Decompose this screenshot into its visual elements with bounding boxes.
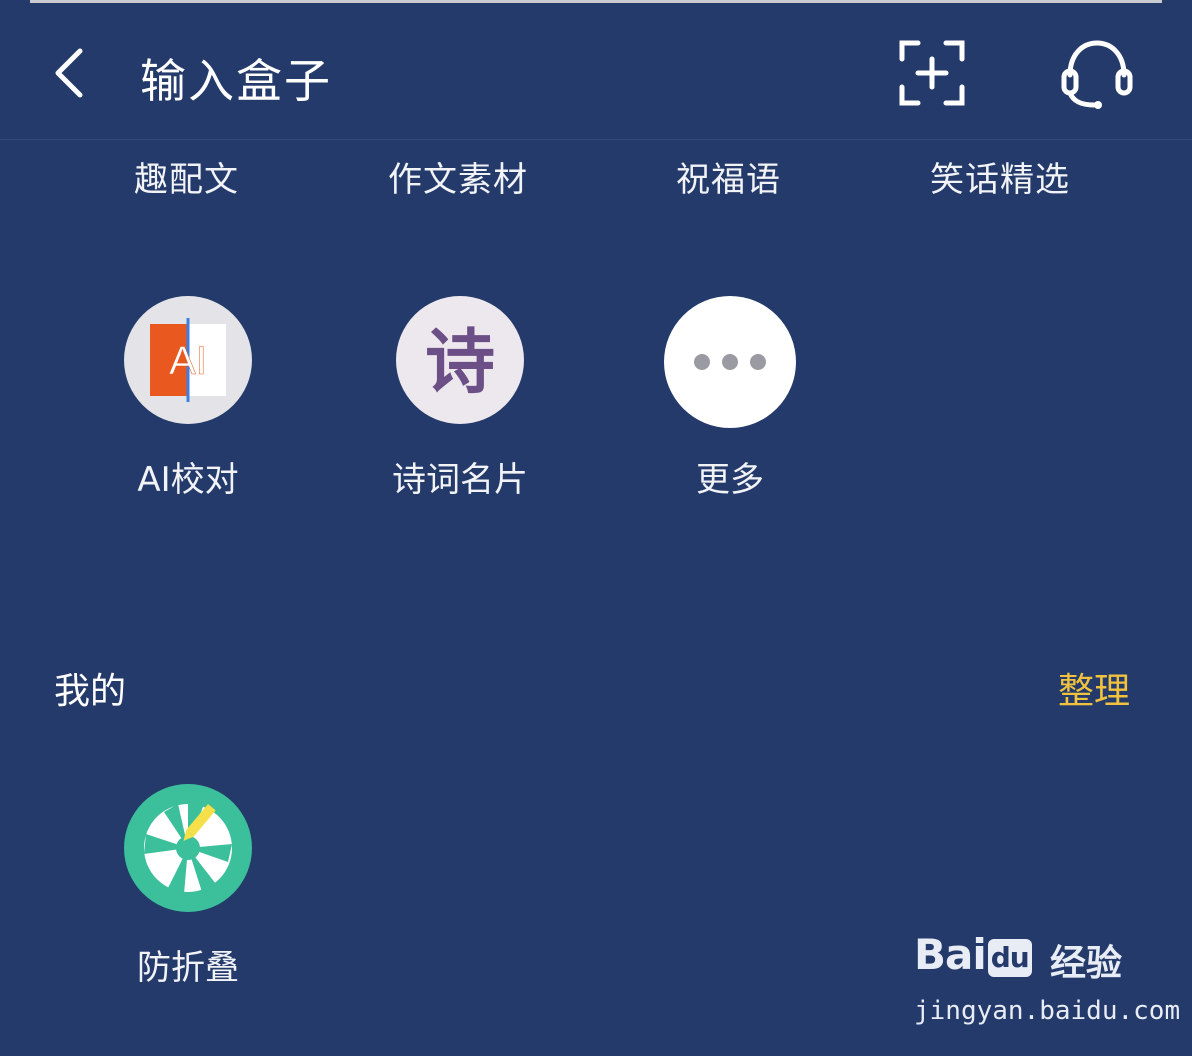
app-header: 输入盒子 [0,3,1192,140]
svg-text:AI: AI [169,339,207,383]
page-title: 输入盒子 [140,54,332,108]
headset-icon[interactable] [1060,37,1134,111]
category-tab-blessings[interactable]: 祝福语 [676,152,781,201]
poem-card-icon: 诗 [396,296,524,424]
tool-label: 诗词名片 [392,460,528,500]
watermark-brand-left: Bai [914,930,987,979]
anti-fold-icon [124,784,252,912]
category-tab-jokes[interactable]: 笑话精选 [930,152,1070,201]
paw-logo-du: du [987,938,1032,977]
category-tab-essay-material[interactable]: 作文素材 [388,152,528,201]
ai-proofread-icon: AI [124,296,252,424]
tool-poem-card[interactable]: 诗 诗词名片 [350,296,570,501]
watermark-url: jingyan.baidu.com [914,996,1181,1026]
tool-ai-proofread[interactable]: AI AI校对 [78,296,298,501]
section-title-mine: 我的 [54,671,127,712]
tool-more[interactable]: 更多 [620,296,840,501]
tool-label: 防折叠 [137,948,239,988]
organize-button[interactable]: 整理 [1058,662,1130,714]
chevron-left-icon[interactable] [48,43,88,103]
watermark-jingyan: 经验 [1050,943,1123,984]
baidu-jingyan-watermark: Bai du 经验 jingyan.baidu.com [914,924,1180,1034]
watermark-brand: Bai du [914,930,1034,979]
more-dots-icon [664,296,796,428]
tool-label: 更多 [696,460,764,500]
svg-text:诗: 诗 [425,321,495,403]
scan-plus-icon[interactable] [898,39,966,107]
tool-anti-fold[interactable]: 防折叠 [78,784,298,989]
tool-label: AI校对 [137,460,239,500]
category-tab-quepeiwen[interactable]: 趣配文 [134,152,239,201]
